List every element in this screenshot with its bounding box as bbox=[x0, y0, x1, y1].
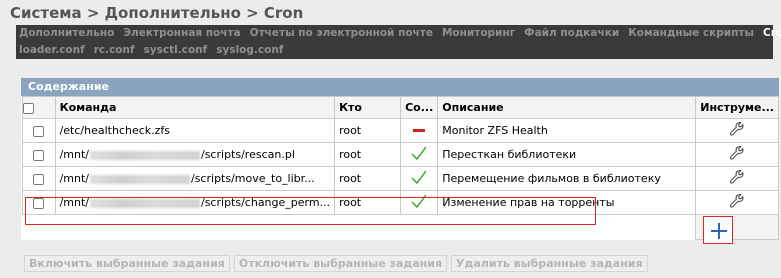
header-who[interactable]: Кто bbox=[334, 96, 402, 119]
select-all-checkbox[interactable] bbox=[23, 102, 34, 114]
command-cell: /etc/healthcheck.zfs bbox=[54, 118, 336, 143]
tab-email-reports[interactable]: Отчеты по электронной почте bbox=[247, 25, 439, 42]
delete-selected-button[interactable]: Удалить выбранные задания bbox=[451, 255, 648, 272]
command-cell: /mnt//scripts/rescan.pl bbox=[54, 142, 336, 167]
checkmark-icon bbox=[400, 190, 439, 215]
description-cell: Перемещение фильмов в библиотеку bbox=[437, 166, 697, 191]
redacted-path bbox=[90, 198, 200, 208]
select-all-cell[interactable] bbox=[22, 96, 56, 119]
status-disabled-icon bbox=[400, 118, 439, 143]
table-header-row: Команда Кто Со... Описание Инструме... bbox=[22, 96, 779, 119]
tab-advanced[interactable]: Дополнительно bbox=[16, 25, 120, 42]
tab-loader-conf[interactable]: loader.conf bbox=[16, 42, 91, 59]
disable-selected-button[interactable]: Отключить выбранные задания bbox=[233, 255, 448, 272]
description-cell: Monitor ZFS Health bbox=[437, 118, 697, 143]
panel-title: Содержание bbox=[21, 78, 779, 96]
header-description[interactable]: Описание bbox=[437, 96, 697, 119]
who-cell: root bbox=[334, 190, 402, 215]
plus-icon bbox=[711, 223, 727, 239]
cron-table: Команда Кто Со... Описание Инструме... /… bbox=[22, 96, 779, 240]
redacted-path bbox=[90, 150, 200, 160]
wrench-icon[interactable] bbox=[695, 118, 779, 143]
table-footer-row bbox=[23, 214, 779, 240]
content-panel: Содержание Команда Кто Со... Описание Ин… bbox=[21, 78, 779, 240]
tab-cron[interactable]: Cron bbox=[760, 25, 781, 42]
redacted-path bbox=[90, 174, 190, 184]
bulk-actions: Включить выбранные задания Отключить выб… bbox=[24, 255, 648, 272]
tab-rc-conf[interactable]: rc.conf bbox=[91, 42, 141, 59]
checkmark-icon bbox=[400, 142, 439, 167]
header-tools[interactable]: Инструме... bbox=[695, 96, 779, 119]
table-row[interactable]: /mnt//scripts/rescan.pl root Пересткан б… bbox=[22, 142, 779, 167]
command-cell: /mnt//scripts/change_perm... bbox=[54, 190, 336, 215]
who-cell: root bbox=[334, 118, 402, 143]
enable-selected-button[interactable]: Включить выбранные задания bbox=[24, 255, 230, 272]
add-button[interactable] bbox=[703, 216, 733, 244]
table-row[interactable]: /mnt//scripts/move_to_libr... root Перем… bbox=[22, 166, 779, 191]
who-cell: root bbox=[334, 166, 402, 191]
row-checkbox[interactable] bbox=[33, 125, 45, 137]
table-row[interactable]: /etc/healthcheck.zfs root Monitor ZFS He… bbox=[22, 118, 779, 143]
row-checkbox[interactable] bbox=[33, 197, 45, 209]
wrench-icon[interactable] bbox=[695, 142, 779, 167]
command-cell: /mnt//scripts/move_to_libr... bbox=[54, 166, 336, 191]
tab-monitoring[interactable]: Мониторинг bbox=[439, 25, 521, 42]
tab-email[interactable]: Электронная почта bbox=[120, 25, 246, 42]
breadcrumb: Система > Дополнительно > Cron bbox=[10, 4, 304, 22]
checkmark-icon bbox=[400, 166, 439, 191]
header-status[interactable]: Со... bbox=[400, 96, 439, 119]
tab-bar: Дополнительно Электронная почта Отчеты п… bbox=[16, 25, 781, 59]
tab-sysctl-conf[interactable]: sysctl.conf bbox=[141, 42, 214, 59]
description-cell: Изменение прав на торренты bbox=[437, 190, 697, 215]
row-checkbox[interactable] bbox=[33, 149, 45, 161]
wrench-icon[interactable] bbox=[695, 190, 779, 215]
table-row[interactable]: /mnt//scripts/change_perm... root Измене… bbox=[22, 190, 779, 215]
wrench-icon[interactable] bbox=[695, 166, 779, 191]
row-checkbox[interactable] bbox=[33, 173, 45, 185]
tab-syslog-conf[interactable]: syslog.conf bbox=[213, 42, 289, 59]
tab-swap[interactable]: Файл подкачки bbox=[521, 25, 625, 42]
who-cell: root bbox=[334, 142, 402, 167]
header-command[interactable]: Команда bbox=[54, 96, 336, 119]
description-cell: Пересткан библиотеки bbox=[437, 142, 697, 167]
tab-command-scripts[interactable]: Командные скрипты bbox=[625, 25, 760, 42]
